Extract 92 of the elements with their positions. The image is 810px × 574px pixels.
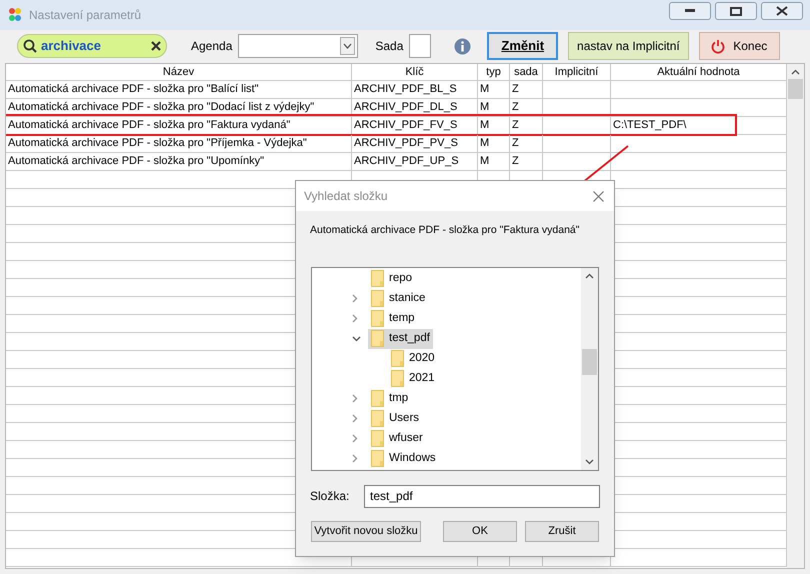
set-cell-text: Z [512, 136, 519, 152]
folder-item[interactable]: 2020 [388, 348, 438, 369]
folder-item[interactable]: tmp [368, 388, 412, 409]
set-cell-text: Z [512, 100, 519, 116]
folder-icon [371, 330, 384, 348]
chevron-right-icon[interactable] [352, 434, 358, 444]
key-cell-text: ARCHIV_PDF_UP_S [354, 154, 459, 170]
chevron-right-icon[interactable] [352, 414, 358, 424]
name-cell-text: Automatická archivace PDF - složka pro "Příjemka - Výdejka" [8, 136, 307, 152]
folder-item[interactable]: wfuser [368, 428, 426, 449]
scroll-thumb[interactable] [582, 348, 597, 375]
folder-icon [391, 350, 404, 368]
sada-field[interactable] [409, 34, 432, 58]
key-cell-text: ARCHIV_PDF_BL_S [354, 82, 457, 98]
column-header[interactable]: Název [162, 64, 194, 80]
folder-icon [371, 310, 384, 328]
type-cell-text: M [480, 100, 490, 116]
type-cell-text: M [480, 154, 490, 170]
scroll-thumb[interactable] [788, 79, 803, 99]
scrollbar[interactable] [787, 64, 804, 568]
type-cell-text: M [480, 118, 490, 134]
chevron-down-icon[interactable] [352, 336, 361, 342]
value-cell-text: C:\TEST_PDF\ [613, 118, 686, 134]
folder-input[interactable]: test_pdf [364, 484, 600, 508]
scroll-up-icon[interactable] [585, 272, 594, 279]
exit-button[interactable]: Konec [698, 32, 780, 60]
folder-item[interactable]: repo [368, 268, 416, 289]
key-cell-text: ARCHIV_PDF_DL_S [354, 100, 458, 116]
info-icon[interactable] [454, 38, 472, 54]
name-cell-text: Automatická archivace PDF - složka pro "Upomínky" [8, 154, 264, 170]
folder-icon [371, 430, 384, 448]
folder-label: Složka: [310, 488, 350, 506]
name-cell-text: Automatická archivace PDF - složka pro "Faktura vydaná" [8, 118, 290, 134]
agenda-dropdown[interactable] [238, 34, 358, 58]
column-header[interactable]: Implicitní [554, 64, 598, 80]
close-button[interactable] [761, 2, 803, 20]
clear-icon[interactable] [151, 41, 161, 51]
column-header[interactable]: Aktuální hodnota [657, 64, 740, 80]
change-button[interactable]: Změnit [487, 32, 558, 60]
column-header[interactable]: typ [486, 64, 501, 80]
name-cell-text: Automatická archivace PDF - složka pro "Balící list" [8, 82, 259, 98]
search-value: archivace [41, 37, 102, 56]
folder-item[interactable]: Windows [368, 448, 439, 469]
name-cell-text: Automatická archivace PDF - složka pro "Dodací list z výdejky" [8, 100, 314, 116]
set-cell-text: Z [512, 82, 519, 98]
folder-icon [371, 410, 384, 428]
folder-icon [371, 390, 384, 408]
folder-item[interactable]: Users [368, 408, 422, 429]
folder-icon [371, 450, 384, 468]
type-cell-text: M [480, 136, 490, 152]
set-default-button[interactable]: nastav na Implicitní [568, 32, 689, 60]
type-cell-text: M [480, 82, 490, 98]
maximize-icon [730, 6, 742, 16]
set-cell-text: Z [512, 154, 519, 170]
folder-item[interactable]: test_pdf [368, 328, 433, 349]
folder-item[interactable]: 2021 [388, 368, 438, 389]
chevron-right-icon[interactable] [352, 294, 358, 304]
cancel-button[interactable]: Zrušit [525, 520, 599, 542]
new-folder-button[interactable]: Vytvořit novou složku [311, 520, 421, 542]
folder-tree[interactable]: repo stanice temp test_pdf 2020 2021 tmp Users wfuser Windows [311, 266, 599, 471]
chevron-right-icon[interactable] [352, 394, 358, 404]
close-icon [776, 6, 788, 16]
scrollbar[interactable] [581, 268, 598, 470]
search-icon [23, 39, 37, 53]
ok-button[interactable]: OK [443, 520, 517, 542]
sada-label: Sada [375, 38, 404, 55]
column-header[interactable]: sada [514, 64, 538, 80]
minimize-icon [685, 9, 695, 13]
agenda-label: Agenda [191, 38, 232, 55]
folder-icon [371, 270, 384, 288]
scroll-up-icon[interactable] [791, 69, 800, 75]
window-title: Nastavení parametrů [29, 7, 142, 24]
dialog-title: Vyhledat složku [304, 188, 388, 205]
scroll-down-icon[interactable] [585, 458, 594, 465]
maximize-button[interactable] [715, 2, 757, 20]
set-cell-text: Z [512, 118, 519, 134]
power-icon [711, 38, 726, 54]
folder-item[interactable]: stanice [368, 288, 428, 309]
chevron-right-icon[interactable] [352, 314, 358, 324]
folder-item[interactable]: temp [368, 308, 418, 329]
folder-icon [371, 290, 384, 308]
chevron-right-icon[interactable] [352, 454, 358, 464]
minimize-button[interactable] [669, 2, 711, 20]
folder-icon [391, 370, 404, 388]
close-icon[interactable] [593, 190, 604, 202]
dialog-message: Automatická archivace PDF - složka pro "Faktura vydaná" [310, 223, 580, 238]
key-cell-text: ARCHIV_PDF_FV_S [354, 118, 458, 134]
dropdown-caret-icon [340, 37, 356, 55]
column-header[interactable]: Klíč [405, 64, 424, 80]
app-icon [7, 7, 23, 23]
key-cell-text: ARCHIV_PDF_PV_S [354, 136, 458, 152]
search-field[interactable]: archivace [17, 34, 167, 58]
